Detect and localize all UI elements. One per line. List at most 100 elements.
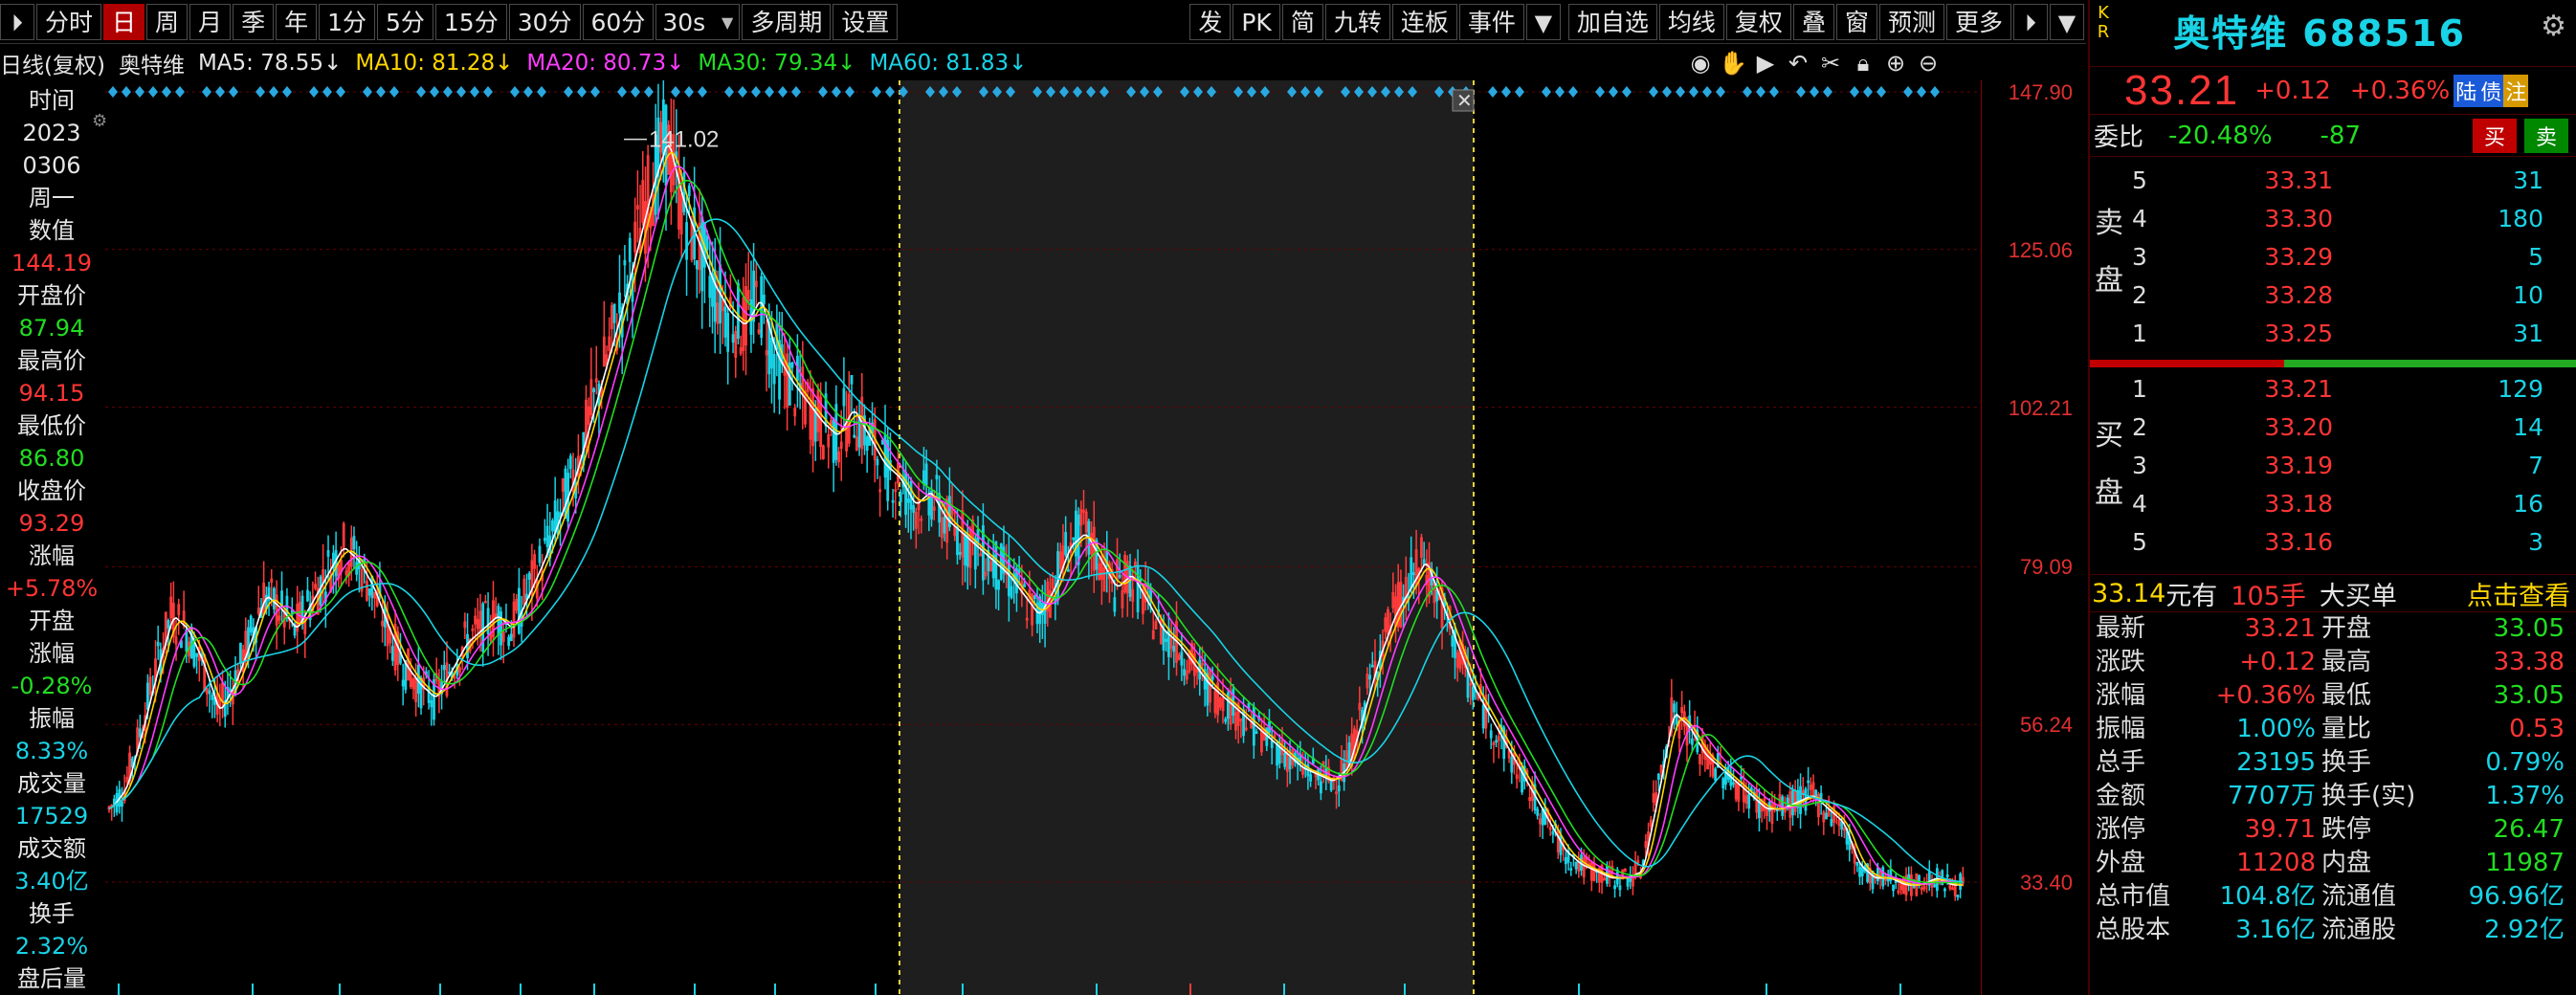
window-button[interactable]: 窗 [1835, 3, 1877, 40]
event-marker[interactable] [684, 86, 694, 98]
expand-panel-icon[interactable]: ⏵ [2013, 3, 2048, 40]
play-icon[interactable]: ▶ [1749, 50, 1782, 77]
event-marker[interactable] [872, 86, 881, 98]
event-marker[interactable] [818, 86, 828, 98]
event-marker[interactable] [644, 86, 654, 98]
ask-row[interactable]: 1 33.25 31 [2090, 314, 2576, 352]
event-marker[interactable] [671, 86, 680, 98]
event-marker[interactable] [1649, 86, 1658, 98]
more-dropdown-icon[interactable]: ▼ [2050, 3, 2084, 40]
event-marker[interactable] [577, 86, 587, 98]
bid-row[interactable]: 1 33.21 129 [2090, 369, 2576, 408]
close-range-icon[interactable]: ✕ [1452, 89, 1475, 112]
simple-button[interactable]: 简 [1281, 3, 1323, 40]
event-marker[interactable] [443, 86, 453, 98]
event-marker[interactable] [1568, 86, 1578, 98]
event-marker[interactable] [724, 86, 734, 98]
pk-button[interactable]: PK [1232, 3, 1280, 40]
lock-icon[interactable]: 🔒︎ [1847, 50, 1879, 77]
event-marker[interactable] [523, 86, 533, 98]
event-marker[interactable] [135, 86, 144, 98]
event-marker[interactable] [282, 86, 292, 98]
ma5-label[interactable]: MA5: 78.55↓ [198, 51, 342, 76]
tab-intraday[interactable]: 分时 [36, 3, 102, 40]
collapse-sidebar-icon[interactable]: ⏵ [0, 3, 34, 40]
event-marker[interactable] [617, 86, 627, 98]
tag-zhai[interactable]: 债 [2478, 74, 2504, 107]
event-marker[interactable] [470, 86, 479, 98]
event-marker[interactable] [1555, 86, 1565, 98]
event-marker[interactable] [1769, 86, 1779, 98]
event-marker[interactable] [1756, 86, 1765, 98]
event-marker[interactable] [215, 86, 225, 98]
tab-yearly[interactable]: 年 [276, 3, 318, 40]
event-marker[interactable] [1676, 86, 1685, 98]
tab-weekly[interactable]: 周 [146, 3, 189, 40]
eye-icon[interactable]: ◉ [1684, 50, 1717, 77]
event-marker[interactable] [1810, 86, 1819, 98]
event-marker[interactable] [269, 86, 278, 98]
adjust-button[interactable]: 复权 [1725, 3, 1791, 40]
events-dropdown-icon[interactable]: ▼ [1525, 3, 1561, 40]
event-marker[interactable] [162, 86, 171, 98]
ma10-label[interactable]: MA10: 81.28↓ [355, 51, 513, 76]
event-marker[interactable] [430, 86, 439, 98]
event-marker[interactable] [1689, 86, 1699, 98]
event-marker[interactable] [631, 86, 640, 98]
zoom-in-icon[interactable]: ⊕ [1879, 50, 1912, 77]
publish-button[interactable]: 发 [1189, 3, 1232, 40]
event-marker[interactable] [483, 86, 493, 98]
event-marker[interactable] [1796, 86, 1806, 98]
event-marker[interactable] [738, 86, 747, 98]
event-marker[interactable] [778, 86, 788, 98]
event-marker[interactable] [1609, 86, 1618, 98]
event-marker[interactable] [751, 86, 761, 98]
ma-lines-button[interactable]: 均线 [1658, 3, 1724, 40]
tab-5min[interactable]: 5分 [377, 3, 433, 40]
zoom-out-icon[interactable]: ⊖ [1912, 50, 1944, 77]
settings-button[interactable]: 设置 [833, 3, 899, 40]
gear-icon[interactable]: ⚙ [2541, 10, 2566, 43]
bid-row[interactable]: 4 33.18 16 [2090, 484, 2576, 522]
ask-row[interactable]: 4 33.30 180 [2090, 199, 2576, 237]
tag-lu[interactable]: 陆 [2454, 74, 2479, 107]
event-marker[interactable] [175, 86, 185, 98]
tab-15min[interactable]: 15分 [434, 3, 507, 40]
event-marker[interactable] [832, 86, 841, 98]
interval-select[interactable]: 30s ▼ [655, 3, 741, 40]
event-marker[interactable] [1702, 86, 1712, 98]
add-watchlist-button[interactable]: 加自选 [1567, 3, 1657, 40]
event-marker[interactable] [1515, 86, 1524, 98]
scissors-icon[interactable]: ✂ [1814, 50, 1847, 77]
tab-60min[interactable]: 60分 [582, 3, 655, 40]
ask-row[interactable]: 5 33.31 31 [2090, 161, 2576, 199]
event-marker[interactable] [148, 86, 158, 98]
event-marker[interactable] [229, 86, 238, 98]
event-marker[interactable] [564, 86, 573, 98]
tab-30min[interactable]: 30分 [508, 3, 581, 40]
event-marker[interactable] [1876, 86, 1886, 98]
event-marker[interactable] [108, 86, 118, 98]
stock-title[interactable]: 奥特维 688516 [2090, 4, 2549, 56]
event-marker[interactable] [1662, 86, 1672, 98]
event-marker[interactable] [1595, 86, 1605, 98]
event-marker[interactable] [363, 86, 372, 98]
event-marker[interactable] [255, 86, 265, 98]
ask-row[interactable]: 2 33.28 10 [2090, 276, 2576, 314]
undo-icon[interactable]: ↶ [1782, 50, 1814, 77]
tab-quarterly[interactable]: 季 [233, 3, 275, 40]
event-marker[interactable] [1622, 86, 1632, 98]
event-marker[interactable] [389, 86, 399, 98]
ma30-label[interactable]: MA30: 79.34↓ [698, 51, 855, 76]
bid-row[interactable]: 2 33.20 14 [2090, 408, 2576, 446]
event-marker[interactable] [376, 86, 386, 98]
event-marker[interactable] [1823, 86, 1832, 98]
event-marker[interactable] [456, 86, 466, 98]
tab-daily[interactable]: 日 [103, 3, 145, 40]
bid-row[interactable]: 3 33.19 7 [2090, 446, 2576, 484]
more-button[interactable]: 更多 [1945, 3, 2011, 40]
kline-chart[interactable]: 141.02 ✕ [105, 80, 1981, 995]
event-marker[interactable] [1501, 86, 1511, 98]
event-marker[interactable] [537, 86, 546, 98]
hand-icon[interactable]: ✋ [1717, 50, 1749, 77]
